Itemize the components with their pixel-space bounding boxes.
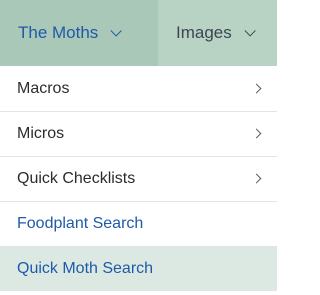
top-nav-bar: The Moths Images (0, 0, 277, 66)
menu-item-quick-moth-search[interactable]: Quick Moth Search (0, 246, 277, 291)
menu-item-label: Quick Checklists (17, 170, 136, 187)
tab-images-label: Images (176, 23, 232, 42)
menu-item-label: Foodplant Search (17, 215, 144, 232)
tab-the-moths-label: The Moths (18, 23, 99, 42)
chevron-right-icon (251, 83, 262, 93)
chevron-down-icon (244, 25, 256, 37)
menu-item-quick-checklists[interactable]: Quick Checklists (0, 156, 277, 201)
tab-the-moths[interactable]: The Moths (18, 0, 158, 66)
chevron-right-icon (251, 128, 262, 139)
menu-item-foodplant-search[interactable]: Foodplant Search (0, 201, 277, 246)
menu-item-macros[interactable]: Macros (0, 66, 277, 111)
menu-item-label: Quick Moth Search (17, 260, 154, 277)
menu-item-label: Macros (17, 79, 70, 97)
tab-images[interactable]: Images (158, 0, 277, 66)
menu-item-micros[interactable]: Micros (0, 111, 277, 156)
menu-item-label: Micros (17, 125, 65, 142)
chevron-down-icon (110, 25, 123, 37)
chevron-right-icon (251, 173, 262, 184)
moths-dropdown-menu: Macros Micros Quick Checklists Foodplant… (0, 66, 277, 295)
